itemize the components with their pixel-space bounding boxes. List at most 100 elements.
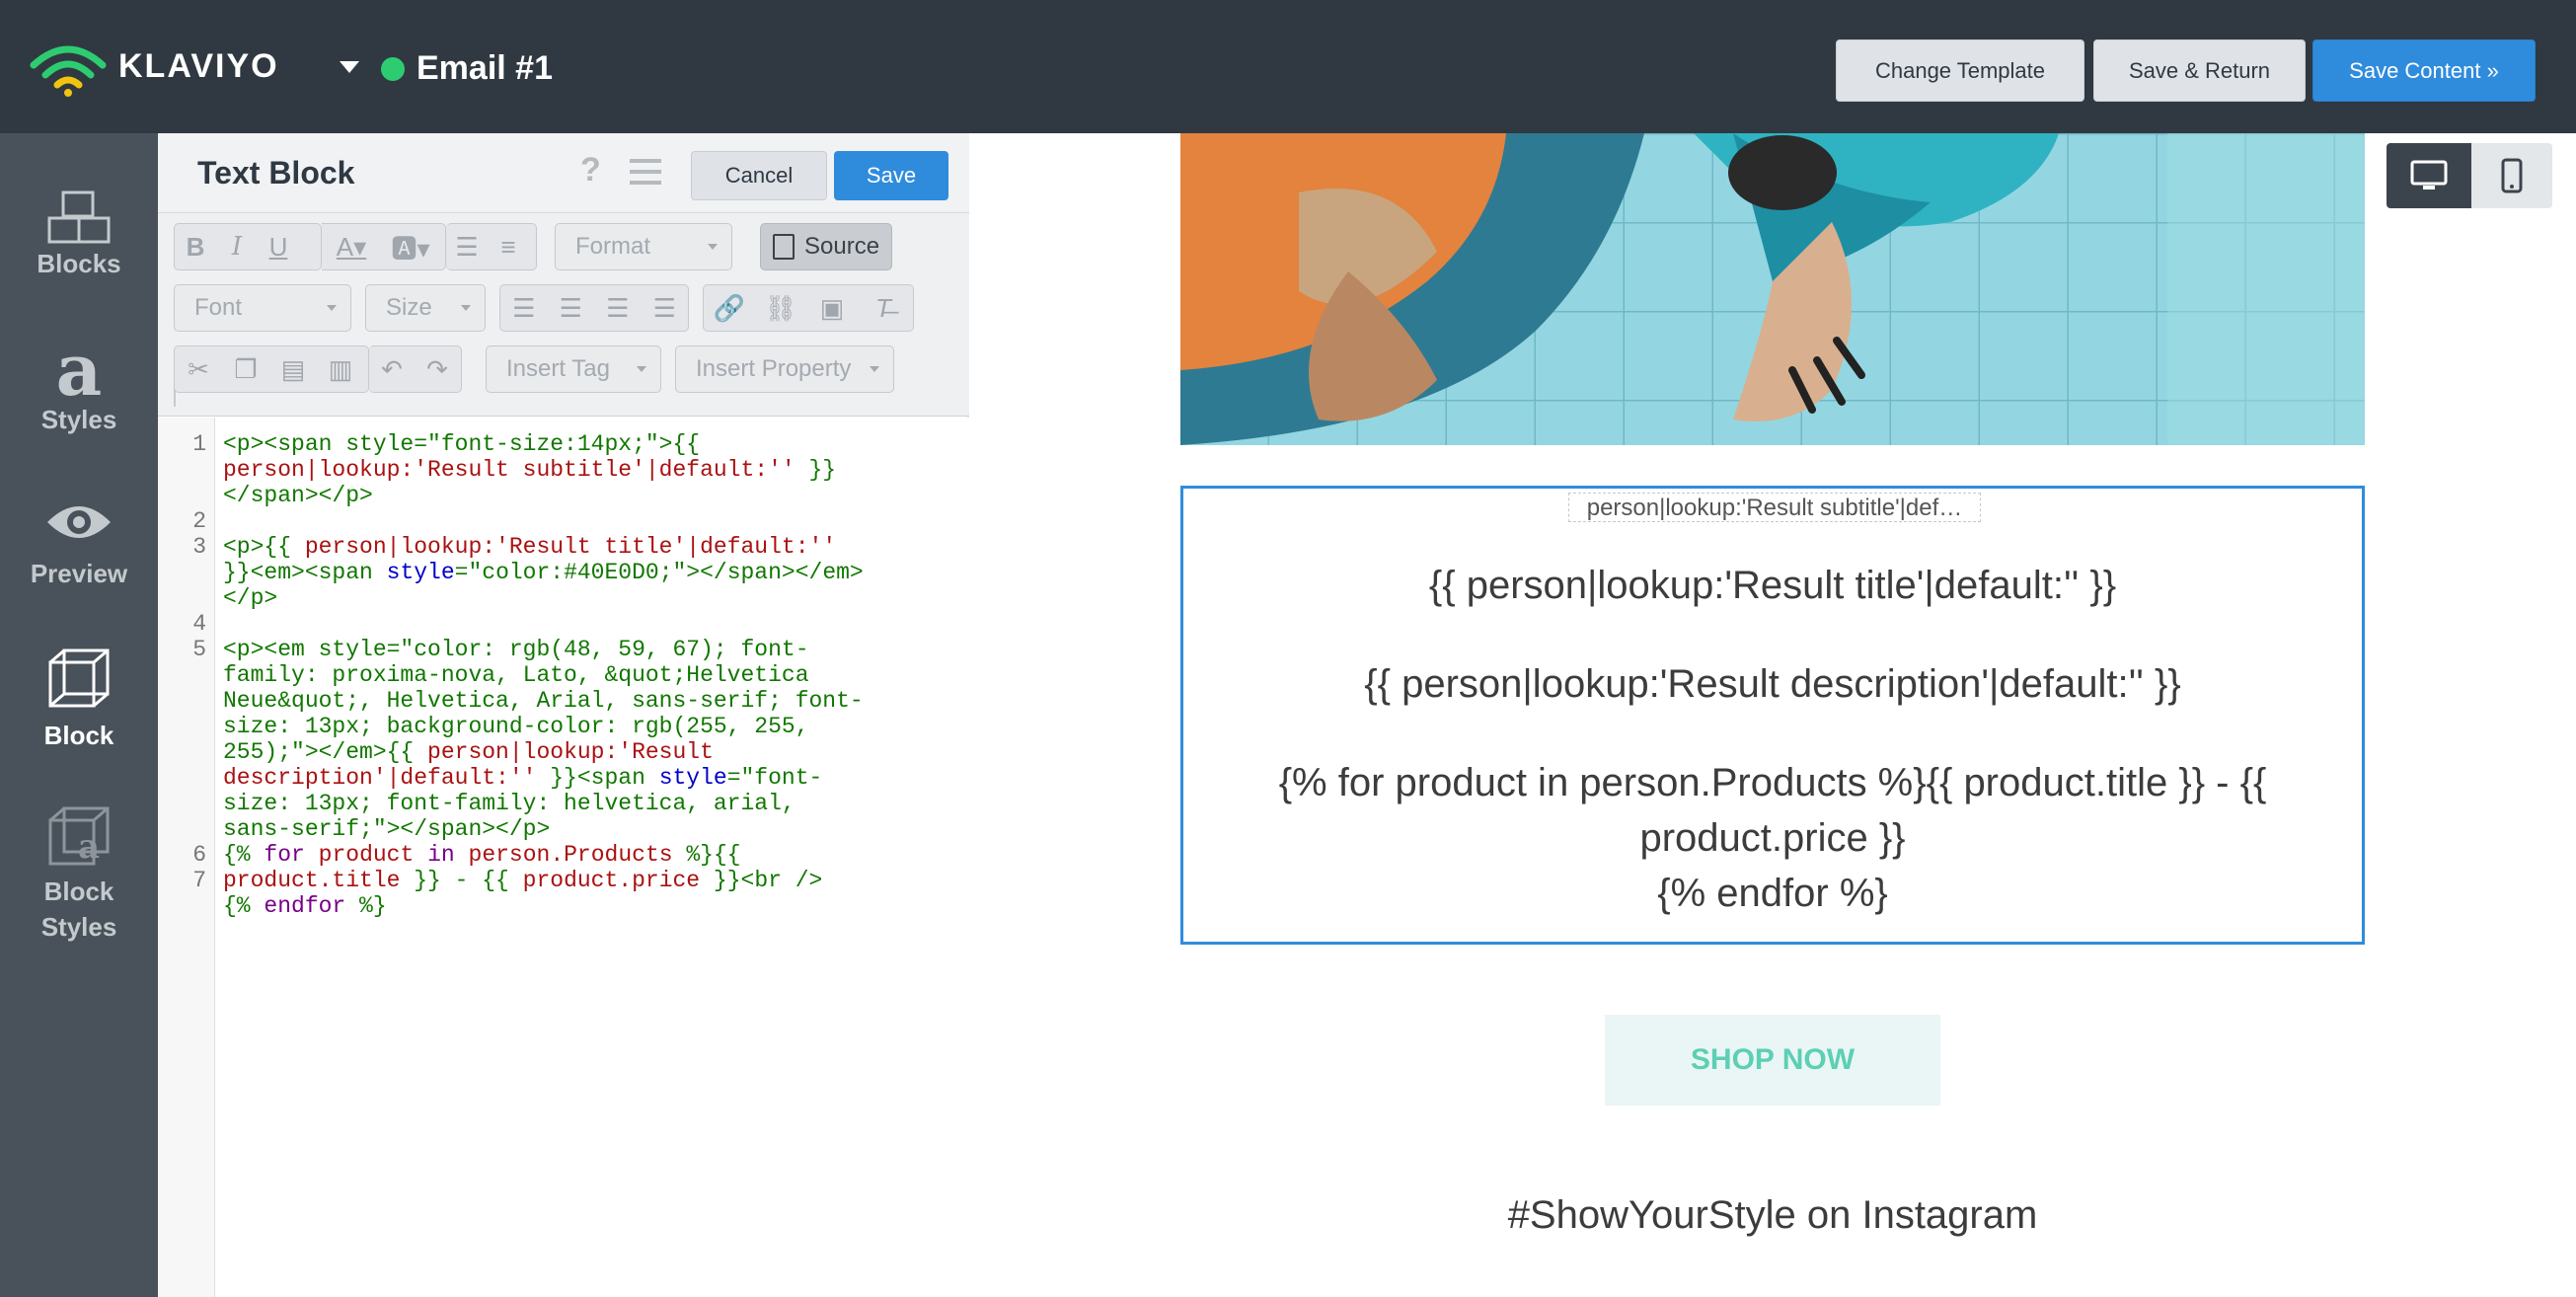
copy-icon[interactable]: ❐ xyxy=(222,354,269,385)
menu-icon[interactable] xyxy=(630,159,661,185)
insert-tag-label: Insert Tag xyxy=(506,355,610,382)
align-justify-icon[interactable]: ☰ xyxy=(642,293,689,324)
code-line: description'|default:'' }}<span style="f… xyxy=(223,765,823,791)
subtitle-placeholder: person|lookup:'Result subtitle'|def… xyxy=(1568,493,1981,522)
source-code-editor[interactable]: 1 2 3 4 5 6 7 <p><span style="font-size:… xyxy=(158,418,969,1297)
status-dot-icon xyxy=(381,57,405,81)
sidebar-item-label: Preview xyxy=(30,559,128,588)
clear-formatting-icon[interactable]: T̶ xyxy=(858,293,909,324)
code-line: family: proxima-nova, Lato, &quot;Helvet… xyxy=(223,662,809,688)
code-line: {% endfor %} xyxy=(223,893,387,919)
editor-title: Text Block xyxy=(197,155,355,191)
size-dropdown[interactable]: Size xyxy=(365,284,486,332)
shop-now-label: SHOP NOW xyxy=(1690,1043,1856,1076)
source-icon xyxy=(773,234,795,260)
list-buttons: ☰ ≡ xyxy=(446,223,537,270)
top-bar: KLAVIYO Email #1 Change Template Save & … xyxy=(0,0,2576,133)
editor-header: Text Block ? Cancel Save xyxy=(158,133,969,212)
line-number-gutter: 1 2 3 4 5 6 7 xyxy=(158,418,215,1297)
text-color-icon[interactable]: A▾ xyxy=(322,232,381,263)
image-icon[interactable]: ▣ xyxy=(806,293,858,324)
unlink-icon[interactable]: ⛓ xyxy=(755,293,806,324)
underline-icon[interactable]: U xyxy=(258,232,299,263)
italic-icon[interactable]: I xyxy=(216,232,258,262)
code-line: </span></p> xyxy=(223,483,373,508)
bulleted-list-icon[interactable]: ☰ xyxy=(446,232,488,263)
selected-text-block[interactable]: person|lookup:'Result subtitle'|def… {{ … xyxy=(1180,486,2365,945)
cancel-button[interactable]: Cancel xyxy=(691,151,827,200)
code-line: </p> xyxy=(223,585,278,611)
email-dropdown-caret-icon[interactable] xyxy=(340,61,359,73)
save-content-button[interactable]: Save Content » xyxy=(2312,39,2536,102)
link-icon[interactable]: 🔗 xyxy=(704,293,755,324)
cut-icon[interactable]: ✂ xyxy=(175,354,222,385)
background-color-icon[interactable]: 🅰▾ xyxy=(381,229,440,266)
sidebar-item-label: Block xyxy=(43,721,114,750)
styles-icon: a xyxy=(55,328,103,412)
editor-toolbar: B I U A▾ 🅰▾ ☰ ≡ Format Source Font Size xyxy=(158,212,969,417)
sidebar-item-label: Styles xyxy=(40,912,117,942)
font-dropdown-label: Font xyxy=(194,294,243,321)
align-center-icon[interactable]: ☰ xyxy=(548,293,595,324)
sidebar-item-blocks[interactable]: Blocks xyxy=(0,191,158,309)
result-description-text: {{ person|lookup:'Result description'|de… xyxy=(1364,662,2181,706)
mobile-icon xyxy=(2501,158,2523,193)
change-template-button[interactable]: Change Template xyxy=(1836,39,2084,102)
paste-text-icon[interactable]: ▥ xyxy=(317,354,364,385)
sidebar-item-label: Block xyxy=(43,877,114,906)
paste-icon[interactable]: ▤ xyxy=(269,354,317,385)
undo-icon[interactable]: ↶ xyxy=(369,354,415,385)
font-dropdown[interactable]: Font xyxy=(174,284,351,332)
chevron-down-icon xyxy=(870,366,879,372)
source-button[interactable]: Source xyxy=(760,223,892,270)
code-line: person|lookup:'Result subtitle'|default:… xyxy=(223,457,837,483)
help-icon[interactable]: ? xyxy=(580,151,601,190)
sidebar-item-preview[interactable]: Preview xyxy=(0,498,158,617)
numbered-list-icon[interactable]: ≡ xyxy=(488,232,529,263)
sidebar-item-block[interactable]: Block xyxy=(0,647,158,775)
email-title[interactable]: Email #1 xyxy=(417,49,553,88)
hero-image xyxy=(1180,133,2365,445)
format-dropdown[interactable]: Format xyxy=(555,223,732,270)
save-return-button[interactable]: Save & Return xyxy=(2093,39,2306,102)
text-block-editor: Text Block ? Cancel Save B I U A▾ 🅰▾ ☰ ≡… xyxy=(158,133,969,1297)
insert-tag-dropdown[interactable]: Insert Tag xyxy=(486,345,661,393)
code-line: size: 13px; font-family: helvetica, aria… xyxy=(223,791,796,816)
bold-icon[interactable]: B xyxy=(175,232,216,263)
color-buttons: A▾ 🅰▾ xyxy=(322,223,446,270)
align-right-icon[interactable]: ☰ xyxy=(594,293,642,324)
size-dropdown-label: Size xyxy=(386,294,432,321)
blocks-icon xyxy=(47,191,111,244)
logo-text: KLAVIYO xyxy=(118,47,279,85)
save-button[interactable]: Save xyxy=(834,151,948,200)
sidebar-item-styles[interactable]: a Styles xyxy=(0,328,158,457)
code-line: size: 13px; background-color: rgb(255, 2… xyxy=(223,714,809,739)
product-loop-line: {% for product in person.Products %}{{ p… xyxy=(1278,761,2267,804)
chevron-down-icon xyxy=(708,244,718,250)
sidebar: Blocks a Styles Preview Block a Block St… xyxy=(0,133,172,1297)
code-line: 255);"></em>{{ person|lookup:'Result xyxy=(223,739,714,765)
line-number: 5 xyxy=(192,637,206,662)
instagram-heading: #ShowYourStyle on Instagram xyxy=(1507,1193,2038,1237)
code-line: }}<em><span style="color:#40E0D0;"></spa… xyxy=(223,560,864,585)
chevron-down-icon xyxy=(637,366,646,372)
sidebar-item-block-styles[interactable]: a Block Styles xyxy=(0,804,158,953)
mobile-view-button[interactable] xyxy=(2471,143,2552,208)
product-loop-line: {% endfor %} xyxy=(1657,872,1888,915)
formatting-buttons: B I U xyxy=(174,223,322,270)
code-line: <p>{{ person|lookup:'Result title'|defau… xyxy=(223,534,837,560)
chevron-down-icon xyxy=(327,305,337,311)
desktop-icon xyxy=(2410,160,2448,190)
code-line: <p><span style="font-size:14px;">{{ xyxy=(223,431,701,457)
block-styles-icon: a xyxy=(48,806,110,867)
insert-property-dropdown[interactable]: Insert Property xyxy=(675,345,894,393)
line-number: 6 xyxy=(192,842,206,868)
code-line: sans-serif;"></span></p> xyxy=(223,816,551,842)
line-number: 2 xyxy=(192,508,206,534)
desktop-view-button[interactable] xyxy=(2387,143,2471,208)
align-left-icon[interactable]: ☰ xyxy=(500,293,548,324)
insert-buttons: 🔗 ⛓ ▣ T̶ xyxy=(703,284,914,332)
shop-now-button[interactable]: SHOP NOW xyxy=(1605,1015,1940,1106)
chevron-down-icon xyxy=(461,305,471,311)
redo-icon[interactable]: ↷ xyxy=(415,354,460,385)
